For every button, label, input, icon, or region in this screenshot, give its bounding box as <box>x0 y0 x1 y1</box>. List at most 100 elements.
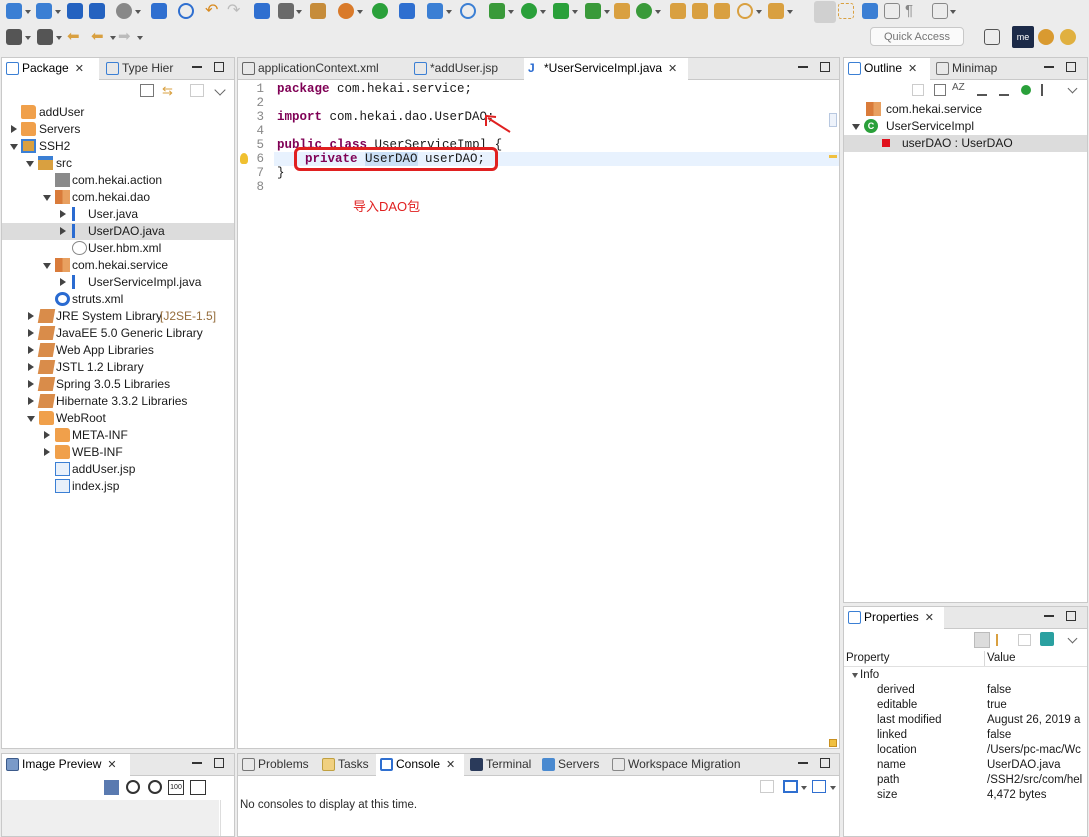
minimize-button[interactable] <box>1044 615 1054 617</box>
close-icon[interactable]: ✕ <box>75 63 84 75</box>
hide-nonpublic-icon[interactable] <box>1021 85 1031 95</box>
actual-size-icon[interactable]: 100 <box>168 780 184 795</box>
display-console-icon[interactable] <box>783 780 798 793</box>
fit-icon[interactable] <box>190 780 206 795</box>
tab-properties[interactable]: Properties ✕ <box>844 607 944 630</box>
collapse-arrow-icon[interactable] <box>43 195 51 201</box>
myeclipse-perspective-icon[interactable]: me <box>1012 26 1034 48</box>
property-row[interactable]: last modified August 26, 2019 a <box>844 713 1087 728</box>
forward-icon[interactable]: ➡ <box>118 29 134 45</box>
redo-icon[interactable]: ↷ <box>227 3 243 19</box>
debug-icon[interactable] <box>489 3 505 19</box>
flask-icon[interactable] <box>427 3 443 19</box>
tab-type-hierarchy[interactable]: Type Hier <box>102 58 182 80</box>
edit-icon[interactable] <box>768 3 784 19</box>
run-last-icon[interactable] <box>553 3 569 19</box>
external-tools-icon[interactable] <box>585 3 601 19</box>
property-row[interactable]: linked false <box>844 728 1087 743</box>
new-class-icon[interactable] <box>614 3 630 19</box>
property-row[interactable]: derived false <box>844 683 1087 698</box>
image-refresh-icon[interactable] <box>104 780 119 795</box>
palette-icon[interactable] <box>338 3 354 19</box>
expand-arrow-icon[interactable] <box>28 363 34 371</box>
expand-arrow-icon[interactable] <box>28 329 34 337</box>
collapse-all-icon[interactable] <box>934 84 946 96</box>
collapse-arrow-icon[interactable] <box>852 124 860 130</box>
quick-access-input[interactable] <box>870 27 964 46</box>
maximize-button[interactable] <box>214 62 224 72</box>
close-icon[interactable]: ✕ <box>908 63 917 75</box>
view-menu-icon[interactable] <box>214 84 226 96</box>
maximize-button[interactable] <box>1066 611 1076 621</box>
new-project-icon[interactable] <box>36 3 52 19</box>
annotation-icon[interactable] <box>932 3 948 19</box>
collapse-arrow-icon[interactable] <box>27 416 35 422</box>
whitespace-icon[interactable]: ¶ <box>905 3 921 19</box>
open-perspective-icon[interactable] <box>984 29 1000 45</box>
minimize-button[interactable] <box>192 762 202 764</box>
show-categories-icon[interactable] <box>974 632 990 648</box>
new-icon[interactable] <box>6 3 22 19</box>
warning-marker[interactable] <box>829 155 837 158</box>
expand-arrow-icon[interactable] <box>28 397 34 405</box>
layout-icon[interactable] <box>399 3 415 19</box>
open-task-icon[interactable] <box>714 3 730 19</box>
power-icon[interactable] <box>372 3 388 19</box>
expand-arrow-icon[interactable] <box>28 346 34 354</box>
properties-group[interactable]: Info <box>844 668 1087 683</box>
close-icon[interactable]: ✕ <box>668 63 677 75</box>
zoom-out-icon[interactable] <box>126 780 140 794</box>
view-menu-icon[interactable] <box>1067 83 1078 94</box>
property-row[interactable]: editable true <box>844 698 1087 713</box>
collapse-arrow-icon[interactable] <box>26 161 34 167</box>
quick-fix-bulb-icon[interactable] <box>240 153 248 164</box>
tab-outline[interactable]: Outline ✕ <box>844 58 930 81</box>
maximize-button[interactable] <box>820 758 830 768</box>
wand-icon[interactable] <box>310 3 326 19</box>
tab-servers[interactable]: Servers <box>538 754 606 776</box>
deploy-icon[interactable] <box>278 3 294 19</box>
expand-arrow-icon[interactable] <box>28 312 34 320</box>
last-edit-icon[interactable]: ⬅ <box>67 29 83 45</box>
expand-arrow-icon[interactable] <box>60 227 66 235</box>
property-row[interactable]: name UserDAO.java <box>844 758 1087 773</box>
scrollbar[interactable] <box>220 800 234 836</box>
maximize-button[interactable] <box>214 758 224 768</box>
minimize-button[interactable] <box>798 66 808 68</box>
code-area[interactable]: package com.hekai.service; import com.he… <box>274 82 839 748</box>
pen-icon[interactable] <box>814 1 836 23</box>
close-icon[interactable]: ✕ <box>446 759 455 771</box>
tab-userserviceimpl[interactable]: J *UserServiceImpl.java ✕ <box>524 58 688 81</box>
expand-arrow-icon[interactable] <box>28 380 34 388</box>
expand-arrow-icon[interactable] <box>11 125 17 133</box>
tab-problems[interactable]: Problems <box>238 754 316 776</box>
save-all-icon[interactable] <box>89 3 105 19</box>
hide-local-icon[interactable] <box>1041 84 1053 96</box>
clear-console-icon[interactable] <box>760 780 774 793</box>
overview-status-icon[interactable] <box>829 739 837 747</box>
minimize-button[interactable] <box>1044 66 1054 68</box>
tab-adduser-jsp[interactable]: *addUser.jsp <box>410 58 522 80</box>
next-annotation-icon[interactable] <box>37 29 53 45</box>
outline-item-field[interactable]: userDAO : UserDAO <box>844 135 1087 152</box>
tab-console[interactable]: Console ✕ <box>376 754 464 777</box>
link-editor-icon[interactable]: ⇆ <box>162 84 176 97</box>
tab-minimap[interactable]: Minimap <box>932 58 1010 80</box>
open-resource-icon[interactable] <box>692 3 708 19</box>
property-row[interactable]: size 4,472 bytes <box>844 788 1087 803</box>
maximize-button[interactable] <box>820 62 830 72</box>
skip-breakpoints-icon[interactable] <box>178 3 194 19</box>
property-row[interactable]: location/Users/pc-mac/Wc <box>844 743 1087 758</box>
run-icon[interactable] <box>521 3 537 19</box>
hide-fields-icon[interactable] <box>977 84 987 96</box>
word-wrap-icon[interactable] <box>862 3 878 19</box>
tab-image-preview[interactable]: Image Preview ✕ <box>2 754 130 777</box>
database-perspective-icon[interactable] <box>1038 29 1054 45</box>
open-console-icon[interactable] <box>812 780 826 793</box>
new-java-icon[interactable] <box>636 3 652 19</box>
upload-icon[interactable] <box>254 3 270 19</box>
pin-icon[interactable] <box>1040 632 1054 646</box>
globe-icon[interactable] <box>460 3 476 19</box>
back-icon[interactable]: ⬅ <box>91 29 107 45</box>
minimize-button[interactable] <box>192 66 202 68</box>
